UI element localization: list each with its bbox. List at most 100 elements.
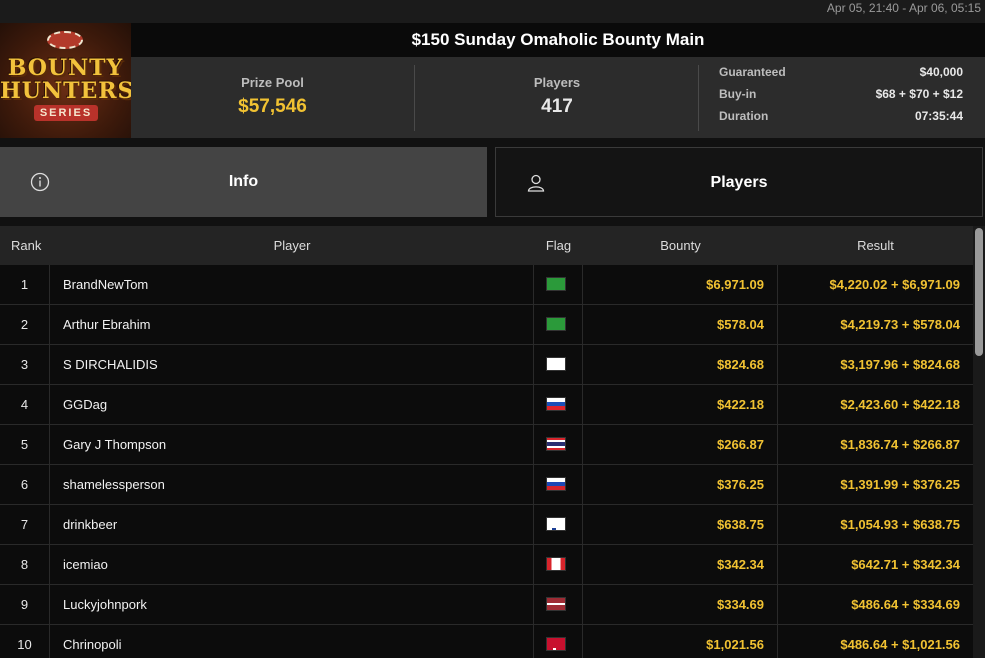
- tab-players-label: Players: [710, 174, 768, 191]
- logo-text-line3: SERIES: [34, 105, 98, 121]
- table-row[interactable]: 5 Gary J Thompson $266.87 $1,836.74 + $2…: [0, 425, 973, 465]
- rank-cell: 5: [0, 425, 50, 464]
- prize-pool-value: $57,546: [238, 96, 307, 117]
- table-row[interactable]: 3 S DIRCHALIDIS $824.68 $3,197.96 + $824…: [0, 345, 973, 385]
- duration-value: 07:35:44: [914, 109, 963, 123]
- result-value: $642.71 + $342.34: [851, 557, 960, 572]
- buyin-label: Buy-in: [719, 87, 757, 101]
- result-value: $2,423.60 + $422.18: [840, 397, 960, 412]
- tab-info[interactable]: Info: [0, 147, 487, 217]
- duration-row: Duration 07:35:44: [719, 109, 963, 131]
- bounty-value: $376.25: [583, 465, 778, 504]
- bounty-value: $342.34: [583, 545, 778, 584]
- finland-flag-icon: [546, 517, 566, 531]
- flag-cell: [534, 465, 583, 504]
- latvia-flag-icon: [546, 597, 566, 611]
- top-bar: Apr 05, 21:40 - Apr 06, 05:15: [0, 0, 985, 23]
- table-row[interactable]: 9 Luckyjohnpork $334.69 $486.64 + $334.6…: [0, 585, 973, 625]
- tab-info-label: Info: [228, 173, 259, 190]
- flag-cell: [534, 585, 583, 624]
- flag-cell: [534, 545, 583, 584]
- canada-flag-icon: [546, 557, 566, 571]
- bounty-value: $266.87: [583, 425, 778, 464]
- poker-chip-icon: [47, 31, 83, 49]
- table-header: Rank Player Flag Bounty Result: [0, 226, 973, 265]
- player-name: Chrinopoli: [50, 625, 534, 658]
- tournament-title: $150 Sunday Omaholic Bounty Main: [131, 23, 985, 57]
- prize-pool-label: Prize Pool: [241, 75, 304, 90]
- slovenia-flag-icon: [546, 397, 566, 411]
- cyprus-flag-icon: [546, 357, 566, 371]
- table-row[interactable]: 4 GGDag $422.18 $2,423.60 + $422.18: [0, 385, 973, 425]
- buyin-value: $68 + $70 + $12: [875, 87, 963, 101]
- player-name: shamelessperson: [50, 465, 534, 504]
- bounty-value: $824.68: [583, 345, 778, 384]
- buyin-row: Buy-in $68 + $70 + $12: [719, 87, 963, 109]
- rank-cell: 8: [0, 545, 50, 584]
- date-range: Apr 05, 21:40 - Apr 06, 05:15: [826, 1, 981, 15]
- result-value: $1,391.99 + $376.25: [840, 477, 960, 492]
- result-value: $4,219.73 + $578.04: [840, 317, 960, 332]
- duration-label: Duration: [719, 109, 769, 123]
- rank-cell: 1: [0, 265, 50, 304]
- table-row[interactable]: 8 icemiao $342.34 $642.71 + $342.34: [0, 545, 973, 585]
- players-label: Players: [533, 75, 581, 90]
- result-value: $486.64 + $1,021.56: [840, 637, 960, 652]
- bounty-value: $334.69: [583, 585, 778, 624]
- rank-cell: 10: [0, 625, 50, 658]
- flag-cell: [534, 265, 583, 304]
- rank-cell: 2: [0, 305, 50, 344]
- players-value: 417: [541, 96, 573, 117]
- result-value: $4,220.02 + $6,971.09: [829, 277, 960, 292]
- rank-cell: 4: [0, 385, 50, 424]
- player-name: BrandNewTom: [50, 265, 534, 304]
- guaranteed-row: Guaranteed $40,000: [719, 65, 963, 87]
- bounty-value: $638.75: [583, 505, 778, 544]
- tournament-details: Guaranteed $40,000 Buy-in $68 + $70 + $1…: [719, 65, 963, 131]
- scrollbar-thumb[interactable]: [975, 228, 983, 356]
- brazil-flag-icon: [546, 317, 566, 331]
- bounty-value: $578.04: [583, 305, 778, 344]
- header-flag[interactable]: Flag: [534, 226, 583, 265]
- prize-pool-stat: Prize Pool $57,546: [131, 57, 414, 138]
- stats-panel: Prize Pool $57,546 Players 417 Guarantee…: [131, 57, 985, 138]
- table-row[interactable]: 10 Chrinopoli $1,021.56 $486.64 + $1,021…: [0, 625, 973, 658]
- rank-cell: 9: [0, 585, 50, 624]
- table-row[interactable]: 7 drinkbeer $638.75 $1,054.93 + $638.75: [0, 505, 973, 545]
- table-row[interactable]: 1 BrandNewTom $6,971.09 $4,220.02 + $6,9…: [0, 265, 973, 305]
- player-name: icemiao: [50, 545, 534, 584]
- player-name: S DIRCHALIDIS: [50, 345, 534, 384]
- header-rank[interactable]: Rank: [11, 226, 41, 265]
- results-table-body: 1 BrandNewTom $6,971.09 $4,220.02 + $6,9…: [0, 265, 973, 658]
- divider: [698, 65, 699, 131]
- tab-players[interactable]: Players: [495, 147, 983, 217]
- thailand-flag-icon: [546, 437, 566, 451]
- header-result[interactable]: Result: [778, 226, 973, 265]
- player-name: Arthur Ebrahim: [50, 305, 534, 344]
- russia-flag-icon: [546, 477, 566, 491]
- flag-cell: [534, 625, 583, 658]
- player-name: Luckyjohnpork: [50, 585, 534, 624]
- rank-cell: 6: [0, 465, 50, 504]
- bounty-value: $1,021.56: [583, 625, 778, 658]
- result-value: $3,197.96 + $824.68: [840, 357, 960, 372]
- result-value: $486.64 + $334.69: [851, 597, 960, 612]
- flag-cell: [534, 345, 583, 384]
- header-bounty[interactable]: Bounty: [583, 226, 778, 265]
- scrollbar[interactable]: [973, 226, 985, 658]
- rank-cell: 7: [0, 505, 50, 544]
- table-row[interactable]: 6 shamelessperson $376.25 $1,391.99 + $3…: [0, 465, 973, 505]
- logo-text-line2: HUNTERS: [0, 78, 131, 104]
- bounty-value: $6,971.09: [583, 265, 778, 304]
- guaranteed-label: Guaranteed: [719, 65, 786, 79]
- rank-cell: 3: [0, 345, 50, 384]
- flag-cell: [534, 385, 583, 424]
- bounty-value: $422.18: [583, 385, 778, 424]
- table-row[interactable]: 2 Arthur Ebrahim $578.04 $4,219.73 + $57…: [0, 305, 973, 345]
- player-name: Gary J Thompson: [50, 425, 534, 464]
- player-name: drinkbeer: [50, 505, 534, 544]
- divider: [414, 65, 415, 131]
- header-player[interactable]: Player: [50, 226, 534, 265]
- guaranteed-value: $40,000: [919, 65, 963, 79]
- flag-cell: [534, 505, 583, 544]
